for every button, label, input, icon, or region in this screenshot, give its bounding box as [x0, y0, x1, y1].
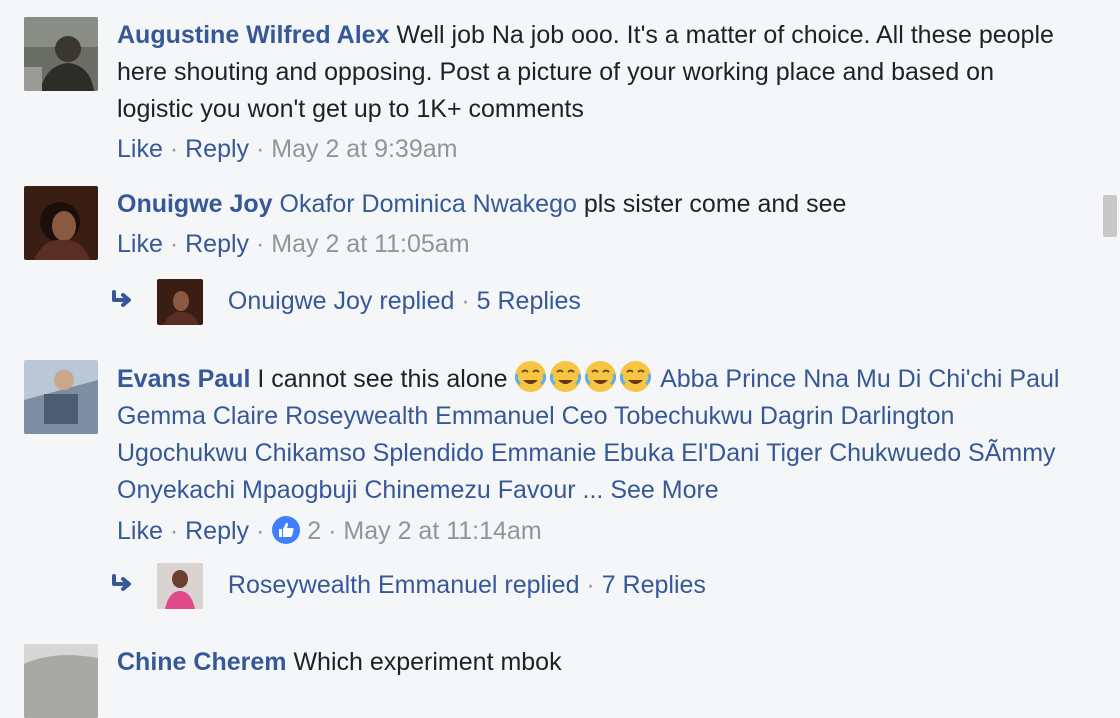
comment-actions: Like · Reply · 2 · May 2 at 11:14am [117, 515, 1077, 546]
separator: · [255, 230, 272, 258]
comment-text: Evans Paul I cannot see this alone Abba … [117, 360, 1077, 509]
comment-author[interactable]: Chine Cherem [117, 648, 286, 676]
separator: · [169, 517, 186, 545]
reply-arrow-icon [110, 279, 138, 325]
comment-timestamp[interactable]: May 2 at 11:05am [271, 230, 469, 258]
face-with-tears-of-joy-icon [619, 360, 652, 393]
replies-toggle[interactable]: Onuigwe Joy replied · 5 Replies [110, 278, 581, 326]
separator: · [328, 517, 344, 545]
comment-author[interactable]: Augustine Wilfred Alex [117, 21, 390, 49]
avatar[interactable] [24, 644, 98, 718]
separator: · [255, 517, 272, 545]
scrollbar[interactable] [1100, 0, 1120, 678]
separator: · [255, 135, 272, 163]
reaction-count[interactable]: 2 [307, 517, 321, 545]
separator: · [586, 571, 602, 599]
like-link[interactable]: Like [117, 230, 163, 258]
reply-arrow-icon [110, 563, 138, 609]
reply-link[interactable]: Reply [185, 517, 249, 545]
avatar[interactable] [24, 17, 98, 91]
face-with-tears-of-joy-icon [549, 360, 582, 393]
replies-count[interactable]: 5 Replies [477, 287, 581, 315]
comment-timestamp[interactable]: May 2 at 11:14am [343, 517, 541, 545]
comment-actions: Like · Reply · May 2 at 11:05am [117, 229, 1077, 259]
comment-message: Which experiment mbok [293, 648, 562, 676]
like-link[interactable]: Like [117, 135, 163, 163]
like-reaction-icon[interactable] [271, 515, 301, 545]
separator: · [461, 287, 477, 315]
comment-author[interactable]: Onuigwe Joy [117, 190, 273, 218]
face-with-tears-of-joy-icon [584, 360, 617, 393]
face-with-tears-of-joy-icon [514, 360, 547, 393]
emoji-group [514, 361, 660, 393]
replier-avatar [156, 279, 203, 326]
scrollbar-thumb[interactable] [1103, 195, 1117, 237]
like-link[interactable]: Like [117, 517, 163, 545]
comment-timestamp[interactable]: May 2 at 9:39am [271, 135, 457, 163]
comment-author[interactable]: Evans Paul [117, 365, 250, 393]
comment-text: Chine Cherem Which experiment mbok [117, 644, 1077, 681]
separator: · [169, 230, 186, 258]
replier-label[interactable]: Onuigwe Joy replied [228, 287, 455, 315]
see-more-link[interactable]: See More [610, 476, 718, 504]
avatar[interactable] [24, 186, 98, 260]
tagged-user[interactable]: Okafor Dominica Nwakego [280, 190, 577, 218]
comment-message: I cannot see this alone [257, 365, 508, 393]
comment-text: Augustine Wilfred Alex Well job Na job o… [117, 17, 1077, 128]
comment-text: Onuigwe Joy Okafor Dominica Nwakego pls … [117, 186, 1077, 223]
avatar[interactable] [24, 360, 98, 434]
replier-avatar [156, 563, 203, 610]
reply-link[interactable]: Reply [185, 230, 249, 258]
comment-message: pls sister come and see [583, 190, 847, 218]
comment-actions: Like · Reply · May 2 at 9:39am [117, 134, 1077, 164]
replier-label[interactable]: Roseywealth Emmanuel replied [228, 571, 580, 599]
replies-toggle[interactable]: Roseywealth Emmanuel replied · 7 Replies [110, 562, 706, 610]
reply-link[interactable]: Reply [185, 135, 249, 163]
replies-count[interactable]: 7 Replies [602, 571, 706, 599]
separator: · [169, 135, 186, 163]
